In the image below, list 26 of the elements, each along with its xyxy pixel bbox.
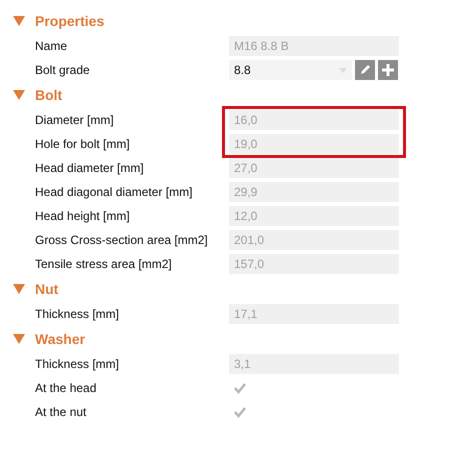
edit-button[interactable] [355,60,375,80]
property-label: Diameter [mm] [35,113,115,127]
property-label: At the head [35,381,98,395]
property-label: Head diagonal diameter [mm] [35,185,194,199]
property-label: At the nut [35,405,88,419]
property-label: Head height [mm] [35,209,131,223]
section-title: Properties [35,13,104,29]
property-label: Tensile stress area [mm2] [35,257,173,271]
property-label: Name [35,39,68,53]
property-label: Bolt grade [35,63,91,77]
plus-icon [381,63,395,77]
collapse-icon[interactable] [13,16,25,26]
section-title: Nut [35,281,58,297]
collapse-icon[interactable] [13,334,25,344]
property-label: Head diameter [mm] [35,161,145,175]
section-title: Bolt [35,87,62,103]
pencil-icon [358,63,372,77]
property-label: Thickness [mm] [35,357,120,371]
property-label: Gross Cross-section area [mm2] [35,233,209,247]
property-label: Thickness [mm] [35,307,120,321]
grade-dropdown[interactable]: 8.8 [229,60,352,80]
collapse-icon[interactable] [13,284,25,294]
property-label: Hole for bolt [mm] [35,137,131,151]
add-button[interactable] [378,60,398,80]
collapse-icon[interactable] [13,90,25,100]
section-title: Washer [35,331,86,347]
